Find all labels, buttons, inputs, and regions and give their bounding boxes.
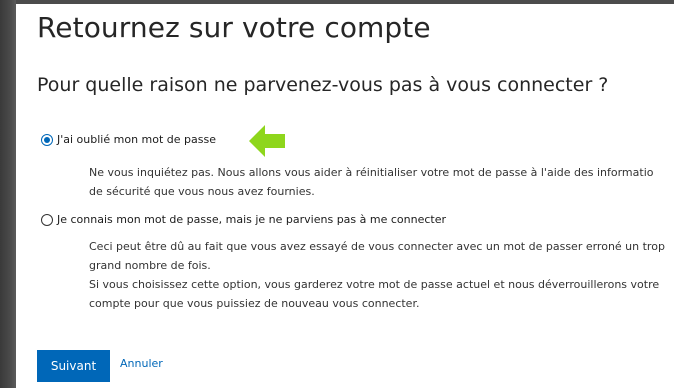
description-line: Si vous choisissez cette option, vous ga…	[89, 278, 660, 291]
arrow-left-icon	[249, 125, 285, 157]
option-know-password[interactable]: Je connais mon mot de passe, mais je ne …	[41, 213, 446, 226]
recover-account-page: Retournez sur votre compte Pour quelle r…	[16, 4, 674, 388]
cancel-link[interactable]: Annuler	[120, 357, 163, 370]
option-know-password-label: Je connais mon mot de passe, mais je ne …	[57, 213, 446, 226]
description-line: Ceci peut être dû au fait que vous avez …	[89, 240, 665, 253]
description-line: de sécurité que vous nous avez fournies.	[89, 185, 315, 198]
option-forgot-password-description: Ne vous inquiétez pas. Nous allons vous …	[89, 163, 654, 201]
option-forgot-password-label: J'ai oublié mon mot de passe	[57, 133, 216, 146]
background-window-edge	[0, 0, 16, 388]
radio-forgot-password[interactable]	[41, 133, 53, 146]
option-know-password-description: Ceci peut être dû au fait que vous avez …	[89, 237, 665, 313]
next-button[interactable]: Suivant	[37, 350, 110, 382]
question-heading: Pour quelle raison ne parvenez-vous pas …	[37, 74, 609, 96]
description-line: grand nombre de fois.	[89, 259, 211, 272]
option-forgot-password[interactable]: J'ai oublié mon mot de passe	[41, 133, 216, 146]
radio-know-password[interactable]	[41, 213, 53, 226]
page-title: Retournez sur votre compte	[37, 11, 431, 44]
description-line: compte pour que vous puissiez de nouveau…	[89, 297, 420, 310]
description-line: Ne vous inquiétez pas. Nous allons vous …	[89, 166, 654, 179]
